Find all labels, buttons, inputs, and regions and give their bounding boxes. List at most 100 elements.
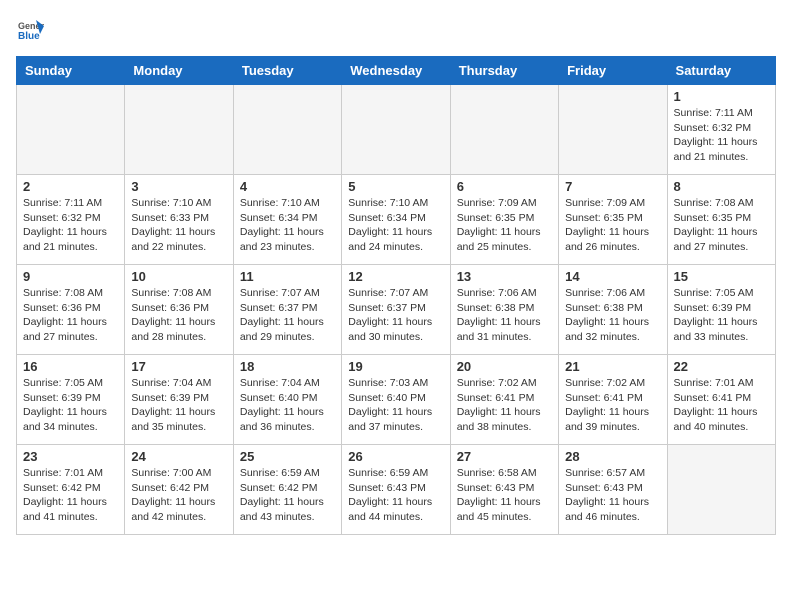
- table-row: 20 Sunrise: 7:02 AMSunset: 6:41 PMDayligh…: [450, 355, 558, 445]
- weekday-header-wednesday: Wednesday: [342, 57, 450, 85]
- day-info: Sunrise: 7:11 AMSunset: 6:32 PMDaylight:…: [674, 106, 769, 165]
- day-number: 23: [23, 449, 118, 464]
- day-number: 28: [565, 449, 660, 464]
- table-row: 22 Sunrise: 7:01 AMSunset: 6:41 PMDayligh…: [667, 355, 775, 445]
- table-row: 13 Sunrise: 7:06 AMSunset: 6:38 PMDayligh…: [450, 265, 558, 355]
- svg-text:Blue: Blue: [18, 31, 40, 42]
- day-info: Sunrise: 7:06 AMSunset: 6:38 PMDaylight:…: [565, 286, 660, 345]
- table-row: 23 Sunrise: 7:01 AMSunset: 6:42 PMDayligh…: [17, 445, 125, 535]
- day-info: Sunrise: 7:05 AMSunset: 6:39 PMDaylight:…: [23, 376, 118, 435]
- day-info: Sunrise: 7:08 AMSunset: 6:36 PMDaylight:…: [23, 286, 118, 345]
- table-row: 14 Sunrise: 7:06 AMSunset: 6:38 PMDayligh…: [559, 265, 667, 355]
- day-info: Sunrise: 7:04 AMSunset: 6:39 PMDaylight:…: [131, 376, 226, 435]
- table-row: 2 Sunrise: 7:11 AMSunset: 6:32 PMDaylight…: [17, 175, 125, 265]
- day-number: 9: [23, 269, 118, 284]
- weekday-header-monday: Monday: [125, 57, 233, 85]
- day-number: 1: [674, 89, 769, 104]
- day-info: Sunrise: 7:09 AMSunset: 6:35 PMDaylight:…: [565, 196, 660, 255]
- day-info: Sunrise: 7:01 AMSunset: 6:41 PMDaylight:…: [674, 376, 769, 435]
- table-row: 6 Sunrise: 7:09 AMSunset: 6:35 PMDaylight…: [450, 175, 558, 265]
- day-number: 27: [457, 449, 552, 464]
- table-row: [17, 85, 125, 175]
- general-blue-icon: General Blue: [16, 16, 44, 44]
- day-number: 18: [240, 359, 335, 374]
- day-info: Sunrise: 6:58 AMSunset: 6:43 PMDaylight:…: [457, 466, 552, 525]
- day-info: Sunrise: 7:10 AMSunset: 6:33 PMDaylight:…: [131, 196, 226, 255]
- day-number: 5: [348, 179, 443, 194]
- table-row: 16 Sunrise: 7:05 AMSunset: 6:39 PMDayligh…: [17, 355, 125, 445]
- table-row: 4Sunrise: 7:10 AMSunset: 6:34 PMDaylight…: [233, 175, 341, 265]
- table-row: [450, 85, 558, 175]
- day-number: 15: [674, 269, 769, 284]
- weekday-header-thursday: Thursday: [450, 57, 558, 85]
- day-number: 19: [348, 359, 443, 374]
- weekday-header-saturday: Saturday: [667, 57, 775, 85]
- day-number: 12: [348, 269, 443, 284]
- day-info: Sunrise: 7:08 AMSunset: 6:35 PMDaylight:…: [674, 196, 769, 255]
- day-info: Sunrise: 7:09 AMSunset: 6:35 PMDaylight:…: [457, 196, 552, 255]
- table-row: 21 Sunrise: 7:02 AMSunset: 6:41 PMDayligh…: [559, 355, 667, 445]
- day-info: Sunrise: 7:06 AMSunset: 6:38 PMDaylight:…: [457, 286, 552, 345]
- table-row: 19 Sunrise: 7:03 AMSunset: 6:40 PMDayligh…: [342, 355, 450, 445]
- table-row: 8 Sunrise: 7:08 AMSunset: 6:35 PMDaylight…: [667, 175, 775, 265]
- weekday-header-sunday: Sunday: [17, 57, 125, 85]
- day-number: 20: [457, 359, 552, 374]
- day-info: Sunrise: 7:10 AMSunset: 6:34 PMDaylight:…: [348, 196, 443, 255]
- day-number: 7: [565, 179, 660, 194]
- table-row: 24 Sunrise: 7:00 AMSunset: 6:42 PMDayligh…: [125, 445, 233, 535]
- day-info: Sunrise: 7:02 AMSunset: 6:41 PMDaylight:…: [565, 376, 660, 435]
- day-info: Sunrise: 7:10 AMSunset: 6:34 PMDaylight:…: [240, 196, 335, 255]
- weekday-header-tuesday: Tuesday: [233, 57, 341, 85]
- day-info: Sunrise: 7:08 AMSunset: 6:36 PMDaylight:…: [131, 286, 226, 345]
- day-info: Sunrise: 6:57 AMSunset: 6:43 PMDaylight:…: [565, 466, 660, 525]
- calendar-table: SundayMondayTuesdayWednesdayThursdayFrid…: [16, 56, 776, 535]
- day-number: 26: [348, 449, 443, 464]
- day-info: Sunrise: 7:05 AMSunset: 6:39 PMDaylight:…: [674, 286, 769, 345]
- table-row: 28 Sunrise: 6:57 AMSunset: 6:43 PMDayligh…: [559, 445, 667, 535]
- table-row: 9 Sunrise: 7:08 AMSunset: 6:36 PMDaylight…: [17, 265, 125, 355]
- day-info: Sunrise: 7:07 AMSunset: 6:37 PMDaylight:…: [348, 286, 443, 345]
- day-info: Sunrise: 7:07 AMSunset: 6:37 PMDaylight:…: [240, 286, 335, 345]
- day-number: 3: [131, 179, 226, 194]
- day-info: Sunrise: 6:59 AMSunset: 6:43 PMDaylight:…: [348, 466, 443, 525]
- day-info: Sunrise: 7:00 AMSunset: 6:42 PMDaylight:…: [131, 466, 226, 525]
- day-number: 16: [23, 359, 118, 374]
- table-row: 18 Sunrise: 7:04 AMSunset: 6:40 PMDayligh…: [233, 355, 341, 445]
- table-row: [667, 445, 775, 535]
- day-number: 24: [131, 449, 226, 464]
- day-number: 14: [565, 269, 660, 284]
- table-row: 7 Sunrise: 7:09 AMSunset: 6:35 PMDaylight…: [559, 175, 667, 265]
- day-info: Sunrise: 7:02 AMSunset: 6:41 PMDaylight:…: [457, 376, 552, 435]
- table-row: 27 Sunrise: 6:58 AMSunset: 6:43 PMDayligh…: [450, 445, 558, 535]
- table-row: 3 Sunrise: 7:10 AMSunset: 6:33 PMDaylight…: [125, 175, 233, 265]
- day-number: 22: [674, 359, 769, 374]
- table-row: 1 Sunrise: 7:11 AMSunset: 6:32 PMDaylight…: [667, 85, 775, 175]
- table-row: 11 Sunrise: 7:07 AMSunset: 6:37 PMDayligh…: [233, 265, 341, 355]
- table-row: 26 Sunrise: 6:59 AMSunset: 6:43 PMDayligh…: [342, 445, 450, 535]
- day-number: 17: [131, 359, 226, 374]
- table-row: 25Sunrise: 6:59 AMSunset: 6:42 PMDayligh…: [233, 445, 341, 535]
- table-row: [125, 85, 233, 175]
- logo: General Blue: [16, 16, 48, 44]
- table-row: 17 Sunrise: 7:04 AMSunset: 6:39 PMDayligh…: [125, 355, 233, 445]
- day-number: 25: [240, 449, 335, 464]
- table-row: 12 Sunrise: 7:07 AMSunset: 6:37 PMDayligh…: [342, 265, 450, 355]
- day-info: Sunrise: 7:11 AMSunset: 6:32 PMDaylight:…: [23, 196, 118, 255]
- day-number: 10: [131, 269, 226, 284]
- table-row: [233, 85, 341, 175]
- day-info: Sunrise: 7:03 AMSunset: 6:40 PMDaylight:…: [348, 376, 443, 435]
- table-row: 10 Sunrise: 7:08 AMSunset: 6:36 PMDayligh…: [125, 265, 233, 355]
- day-number: 8: [674, 179, 769, 194]
- day-number: 21: [565, 359, 660, 374]
- day-info: Sunrise: 7:01 AMSunset: 6:42 PMDaylight:…: [23, 466, 118, 525]
- day-number: 2: [23, 179, 118, 194]
- table-row: 15 Sunrise: 7:05 AMSunset: 6:39 PMDayligh…: [667, 265, 775, 355]
- day-number: 11: [240, 269, 335, 284]
- day-number: 6: [457, 179, 552, 194]
- weekday-header-friday: Friday: [559, 57, 667, 85]
- day-info: Sunrise: 7:04 AMSunset: 6:40 PMDaylight:…: [240, 376, 335, 435]
- table-row: 5 Sunrise: 7:10 AMSunset: 6:34 PMDaylight…: [342, 175, 450, 265]
- table-row: [342, 85, 450, 175]
- table-row: [559, 85, 667, 175]
- day-number: 13: [457, 269, 552, 284]
